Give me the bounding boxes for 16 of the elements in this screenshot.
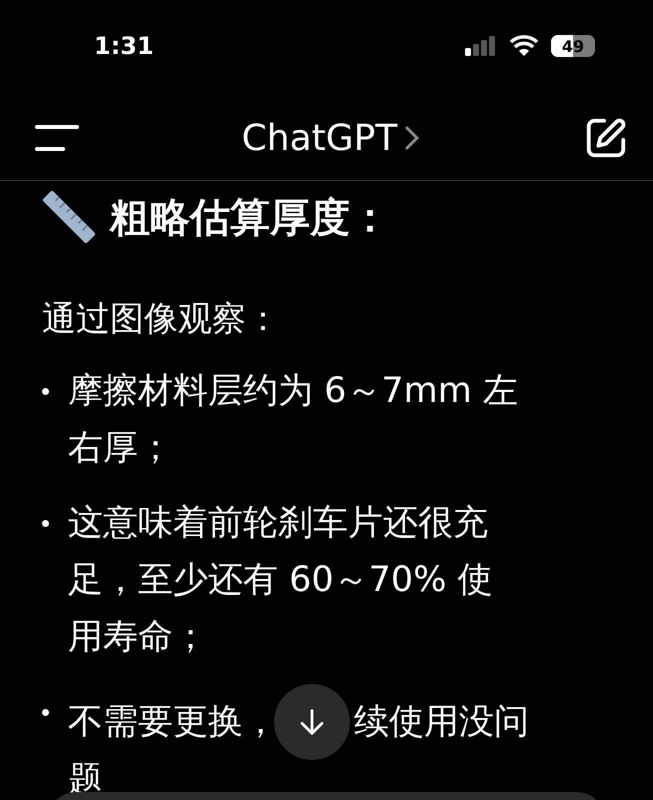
chat-title[interactable]: ChatGPT (242, 118, 422, 159)
battery-icon: 49 (551, 35, 595, 58)
menu-button[interactable] (34, 123, 80, 154)
bullet-text: 这意味着前轮刹车片还很充足，至少还有 60～70% 使用寿命； (68, 502, 494, 659)
menu-icon (34, 123, 80, 154)
bullet-text: 不需要更换， (68, 700, 278, 744)
signal-icon (465, 35, 497, 58)
bullet-text: 续使用没问 (354, 700, 529, 744)
wifi-icon (509, 35, 539, 58)
bullet-dot (42, 520, 49, 527)
bullet-text: 摩擦材料层约为 6～7mm 左右厚； (68, 370, 518, 470)
bullet-dot (42, 709, 49, 716)
intro-text: 通过图像观察： (42, 298, 281, 341)
section-heading: 粗略估算厚度： (110, 194, 390, 242)
bullet-dot (42, 388, 49, 395)
status-time: 1:31 (94, 32, 154, 60)
